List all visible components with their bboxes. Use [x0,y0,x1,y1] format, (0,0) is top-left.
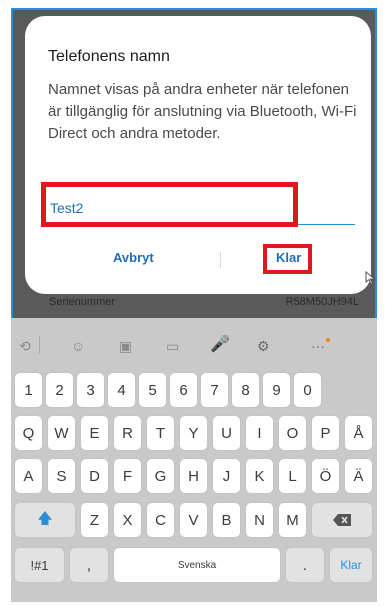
key-number[interactable]: 8 [231,372,260,408]
more-icon[interactable]: ··· [311,338,325,354]
comma-key[interactable]: , [69,547,109,583]
dialog-title: Telefonens namn [48,48,170,65]
key-number[interactable]: 3 [76,372,105,408]
shift-icon: 🡅 [37,509,53,527]
shift-key[interactable]: 🡅 [14,502,76,538]
key-number[interactable]: 4 [107,372,136,408]
rename-dialog: Telefonens namn Namnet visas på andra en… [25,16,376,294]
key-letter[interactable]: P [311,415,340,451]
key-number[interactable]: 2 [45,372,74,408]
key-letter[interactable]: K [245,458,274,494]
input-highlight-box [41,182,298,227]
key-letter[interactable]: J [212,458,241,494]
symbols-key[interactable]: !#1 [14,547,65,583]
key-letter[interactable]: H [179,458,208,494]
backspace-key[interactable] [311,502,373,538]
key-number[interactable]: 0 [293,372,322,408]
translate-icon[interactable]: ⟲ [19,338,31,355]
serial-number-row: Serienummer R58M50JH94L [49,296,359,312]
toolbar-divider [39,336,40,354]
key-letter[interactable]: Q [14,415,43,451]
key-letter[interactable]: Y [179,415,208,451]
backspace-icon [333,514,351,526]
dialog-description: Namnet visas på andra enheter när telefo… [48,81,357,142]
key-letter[interactable]: X [113,502,142,538]
notification-dot [326,338,330,342]
serial-number-value: R58M50JH94L [285,296,359,308]
key-letter[interactable]: S [47,458,76,494]
key-letter[interactable]: Å [344,415,373,451]
space-key[interactable]: Svenska [113,547,281,583]
key-letter[interactable]: L [278,458,307,494]
key-letter[interactable]: O [278,415,307,451]
key-letter[interactable]: Z [80,502,109,538]
key-letter[interactable]: B [212,502,241,538]
key-letter[interactable]: F [113,458,142,494]
key-number[interactable]: 7 [200,372,229,408]
phone-screen: Serienummer R58M50JH94L Telefonens namn … [11,8,377,602]
emoji-icon[interactable]: ☺ [71,338,85,354]
key-letter[interactable]: N [245,502,274,538]
key-letter[interactable]: D [80,458,109,494]
done-highlight-box [263,244,312,274]
period-key[interactable]: . [285,547,325,583]
key-letter[interactable]: V [179,502,208,538]
key-letter[interactable]: G [146,458,175,494]
key-letter[interactable]: A [14,458,43,494]
settings-icon[interactable]: ⚙ [257,338,270,355]
cancel-button[interactable]: Avbryt [113,250,154,265]
key-letter[interactable]: Ö [311,458,340,494]
key-letter[interactable]: Ä [344,458,373,494]
mic-icon[interactable]: 🎤 [210,334,230,354]
key-letter[interactable]: M [278,502,307,538]
key-letter[interactable]: T [146,415,175,451]
key-number[interactable]: 1 [14,372,43,408]
key-number[interactable]: 5 [138,372,167,408]
sticker-icon[interactable]: ▣ [119,338,132,355]
key-letter[interactable]: R [113,415,142,451]
done-key[interactable]: Klar [329,547,373,583]
keyboard: ⟲ ☺ ▣ ▭ 🎤 ⚙ ··· 1 2 3 4 5 6 7 8 9 0 Q W … [11,318,377,602]
key-letter[interactable]: E [80,415,109,451]
gif-icon[interactable]: ▭ [166,338,179,355]
serial-number-label: Serienummer [49,296,116,308]
mouse-cursor-icon [365,271,376,285]
key-letter[interactable]: I [245,415,274,451]
key-letter[interactable]: U [212,415,241,451]
button-divider [220,252,221,268]
key-number[interactable]: 6 [169,372,198,408]
key-number[interactable]: 9 [262,372,291,408]
key-letter[interactable]: C [146,502,175,538]
key-letter[interactable]: W [47,415,76,451]
